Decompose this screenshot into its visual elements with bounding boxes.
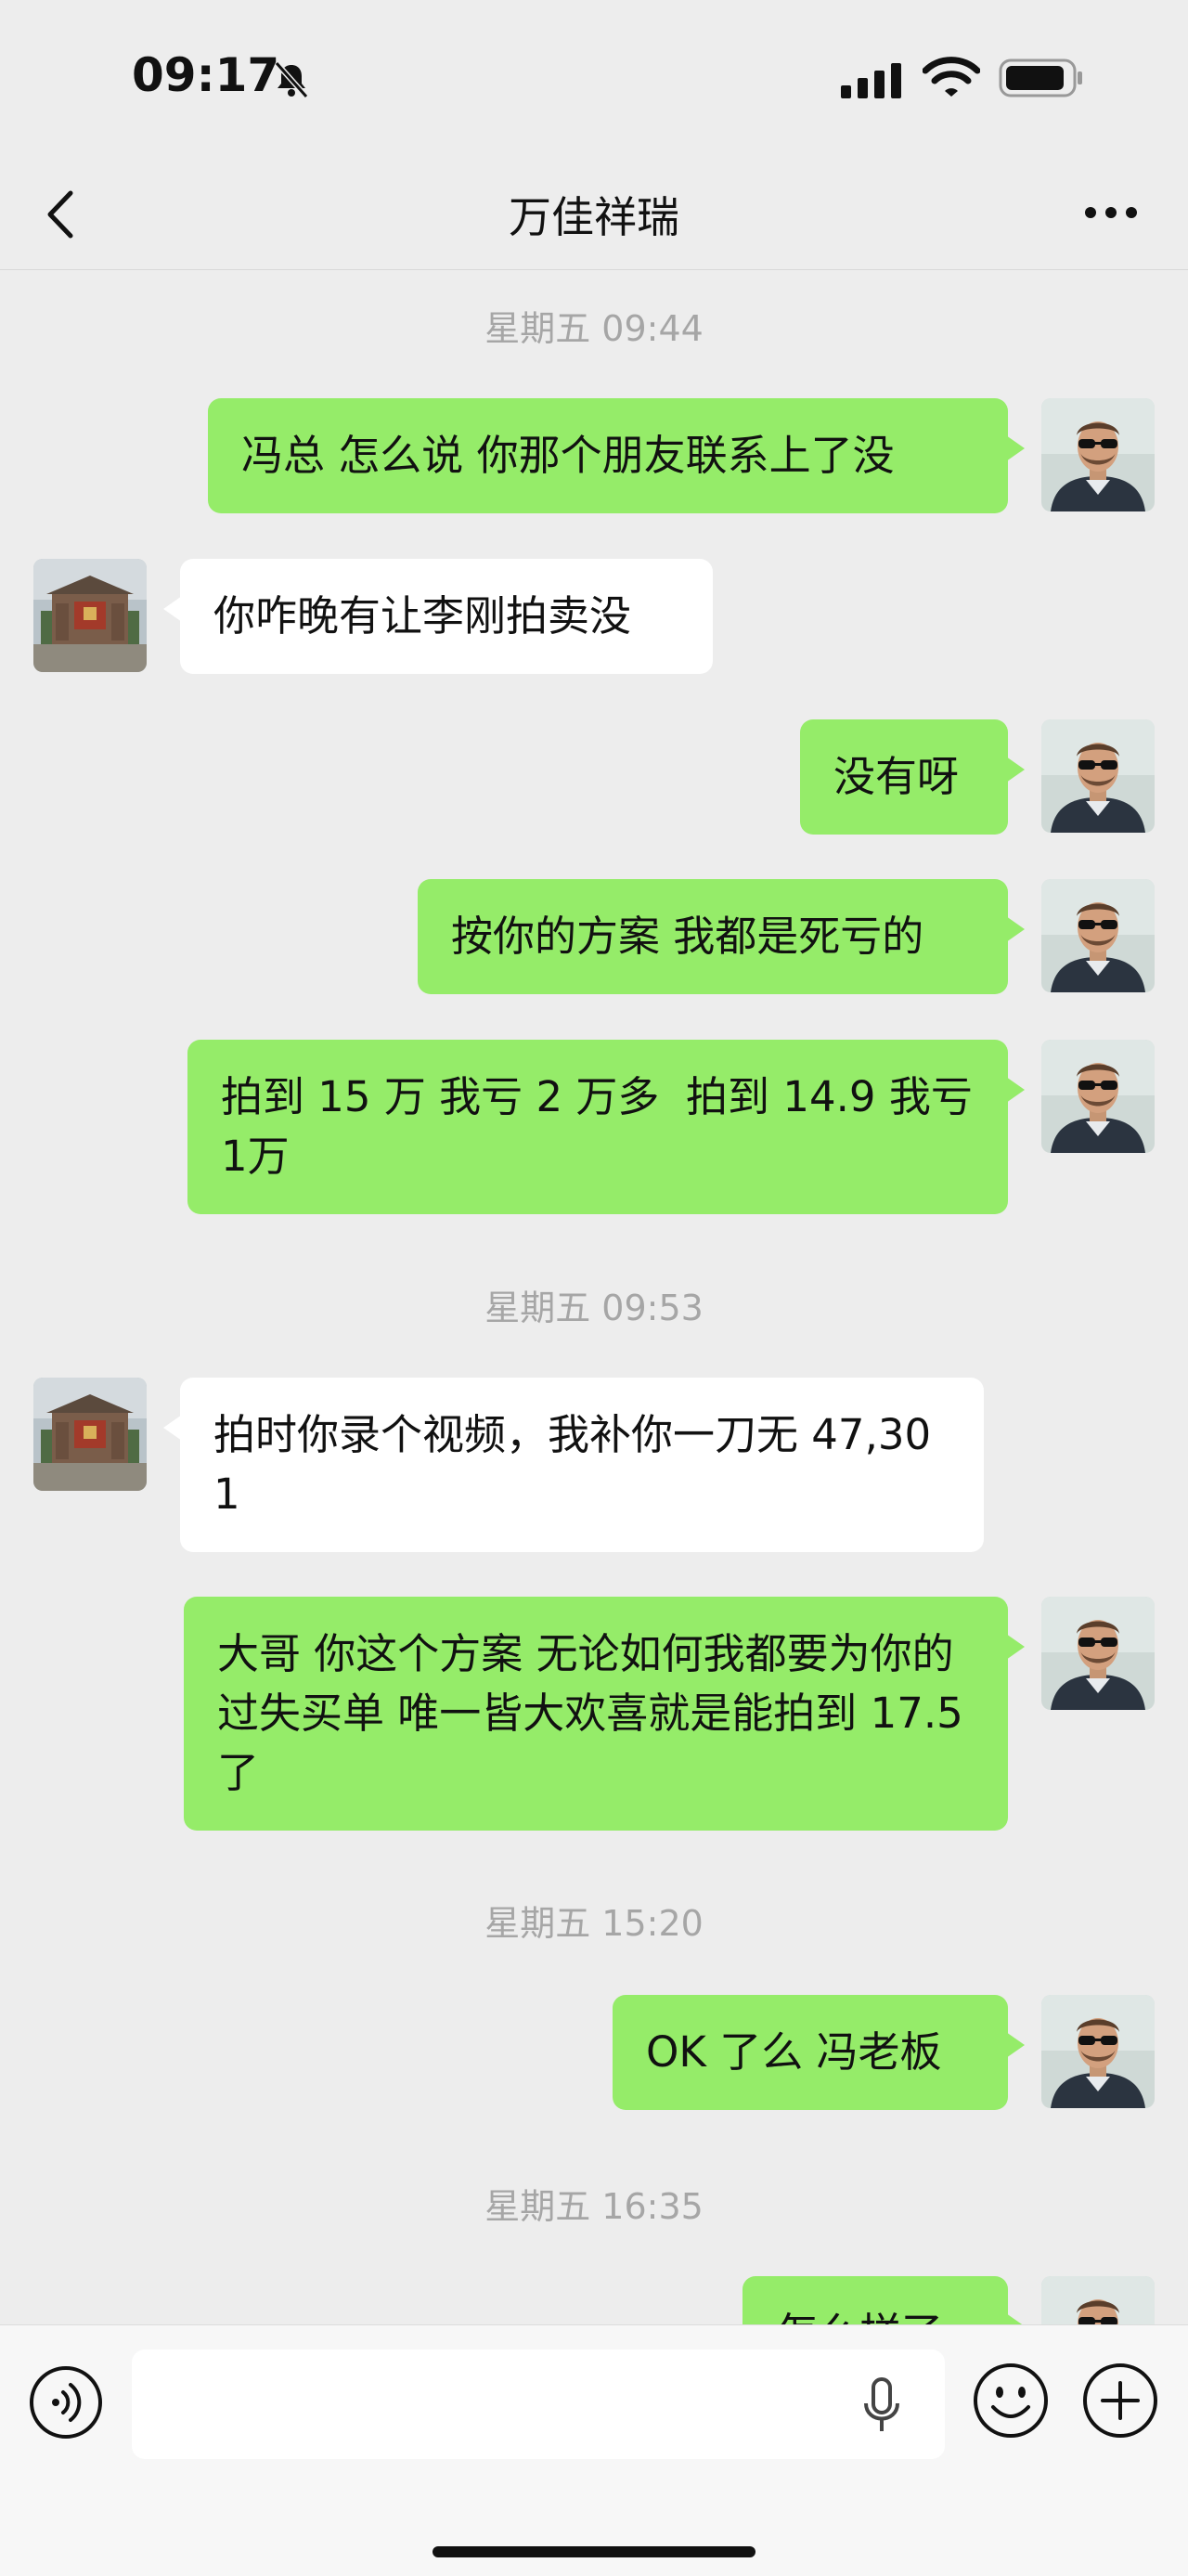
chat-title: 万佳祥瑞: [509, 192, 679, 242]
status-time: 09:17: [132, 48, 280, 102]
home-indicator: [433, 2546, 755, 2557]
timestamp: 星期五 16:35: [484, 2186, 704, 2227]
voice-input-icon[interactable]: [28, 2364, 104, 2440]
chat-input-bar: [0, 2324, 1188, 2576]
message-text-input[interactable]: [132, 2349, 945, 2459]
timestamp: 星期五 09:53: [484, 1288, 704, 1328]
message-bubble-sent[interactable]: 没有呀: [800, 719, 1025, 835]
more-options-icon[interactable]: [1078, 199, 1143, 227]
wifi-icon: [923, 57, 980, 97]
bell-muted-icon: [274, 61, 309, 98]
status-bar: 09:17: [0, 0, 1188, 158]
my-avatar[interactable]: [1041, 2276, 1155, 2324]
contact-avatar[interactable]: [33, 559, 147, 672]
add-attachment-icon[interactable]: [1080, 2361, 1160, 2440]
message-bubble-received[interactable]: 拍时你录个视频，我补你一刀无 47,301: [163, 1378, 984, 1552]
chat-messages-list[interactable]: 星期五 09:44 冯总 怎么说 你那个朋友联系上了没 你咋晚有让李刚拍卖没 没…: [0, 270, 1188, 2324]
message-bubble-sent[interactable]: 按你的方案 我都是死亏的: [418, 879, 1025, 994]
battery-icon: [999, 58, 1082, 97]
my-avatar[interactable]: [1041, 398, 1155, 511]
my-avatar[interactable]: [1041, 879, 1155, 992]
my-avatar[interactable]: [1041, 719, 1155, 833]
microphone-icon[interactable]: [859, 2374, 905, 2439]
cellular-signal-icon: [841, 63, 901, 98]
chat-header: 万佳祥瑞: [0, 158, 1188, 270]
my-avatar[interactable]: [1041, 1597, 1155, 1710]
emoji-icon[interactable]: [971, 2361, 1051, 2440]
message-bubble-sent[interactable]: 冯总 怎么说 你那个朋友联系上了没: [208, 398, 1025, 513]
message-bubble-sent[interactable]: 大哥 你这个方案 无论如何我都要为你的过失买单 唯一皆大欢喜就是能拍到 17.5…: [184, 1597, 1025, 1831]
contact-avatar[interactable]: [33, 1378, 147, 1491]
message-bubble-sent[interactable]: OK 了么 冯老板: [613, 1995, 1025, 2110]
message-bubble-sent[interactable]: 拍到 15 万 我亏 2 万多 拍到 14.9 我亏 1万: [187, 1040, 1025, 1214]
timestamp: 星期五 09:44: [484, 308, 704, 349]
my-avatar[interactable]: [1041, 1040, 1155, 1153]
message-bubble-received[interactable]: 你咋晚有让李刚拍卖没: [163, 559, 713, 674]
timestamp: 星期五 15:20: [484, 1903, 704, 1944]
message-bubble-sent[interactable]: 怎么样了: [742, 2276, 1025, 2324]
my-avatar[interactable]: [1041, 1995, 1155, 2108]
